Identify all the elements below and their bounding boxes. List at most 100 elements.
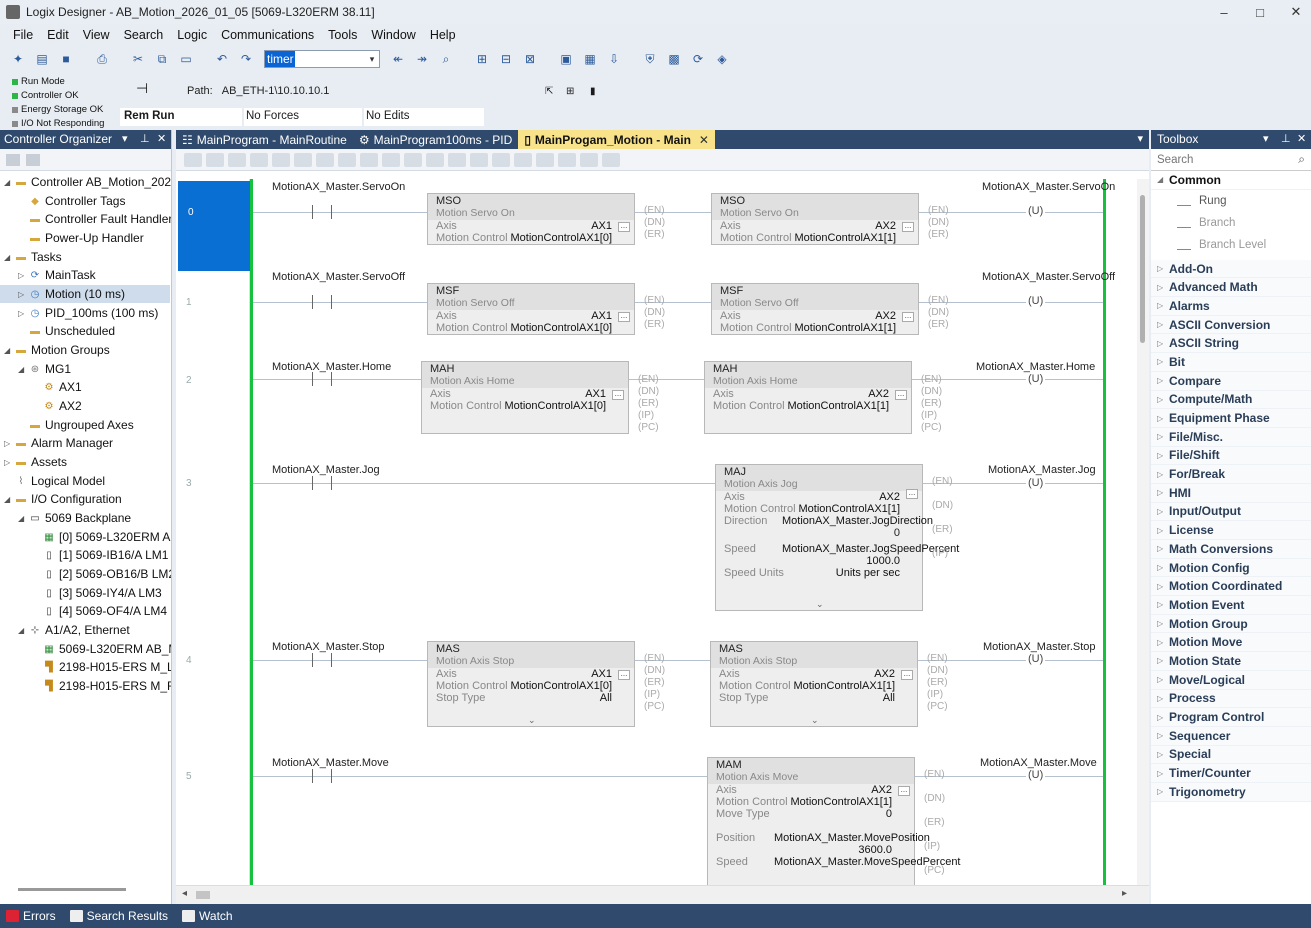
controller-mode-box[interactable]: Rem Run <box>120 108 242 126</box>
print-icon[interactable]: ⎙ <box>92 49 112 69</box>
save-icon[interactable]: ■ <box>56 49 76 69</box>
category-expander-icon[interactable]: ▷ <box>1157 656 1169 665</box>
toolbox-category-ascii-string[interactable]: ▷ ASCII String <box>1151 334 1311 354</box>
operand-value[interactable]: MotionControlAX1[0] <box>511 322 613 334</box>
xic-contact[interactable] <box>312 205 332 219</box>
verify-icon[interactable] <box>426 152 444 167</box>
category-expander-icon[interactable]: ▷ <box>1157 320 1169 329</box>
toolbox-category-compute-math[interactable]: ▷ Compute/Math <box>1151 390 1311 410</box>
tree-expander-icon[interactable]: ◢ <box>4 178 14 187</box>
tree-expander-icon[interactable]: ▷ <box>18 309 28 318</box>
mah-instruction-box[interactable]: MAH Motion Axis Home Axis AX2 Motion Contr… <box>704 361 912 434</box>
close-button[interactable]: ✕ <box>1276 0 1311 24</box>
controller-mode-icon[interactable]: ⊣ <box>136 80 148 97</box>
tree-expander-icon[interactable]: ◢ <box>4 253 14 262</box>
ote-icon[interactable] <box>294 152 312 167</box>
browse-operand-icon[interactable]: ... <box>902 222 914 232</box>
verify-routine-icon[interactable]: ⊟ <box>496 49 516 69</box>
tab-main-routine[interactable]: ☷ MainProgram - MainRoutine <box>176 130 353 149</box>
organizer-hscroll[interactable] <box>18 888 126 891</box>
tab-pid[interactable]: ⚙ MainProgram100ms - PID <box>353 130 518 149</box>
toolbox-tool-branch-level[interactable]: Branch Level <box>1151 234 1311 256</box>
tree-expander-icon[interactable]: ▷ <box>18 271 28 280</box>
redo-icon[interactable]: ↷ <box>236 49 256 69</box>
find-in-routines-icon[interactable]: ⌕ <box>436 49 456 69</box>
collapse-icon[interactable]: ⌄ <box>811 715 819 726</box>
mas-instruction-box[interactable]: MAS Motion Axis Stop Axis AX2 Motion Contr… <box>710 641 918 727</box>
tree-node-assets[interactable]: ▷ ▬ Assets <box>4 453 67 471</box>
menu-tools[interactable]: Tools <box>321 28 364 42</box>
toolbox-category-motion-move[interactable]: ▷ Motion Move <box>1151 633 1311 653</box>
toolbox-category-hmi[interactable]: ▷ HMI <box>1151 483 1311 503</box>
toolbox-category-equipment-phase[interactable]: ▷ Equipment Phase <box>1151 409 1311 428</box>
tree-node-mg1[interactable]: ◢ ⊛ MG1 <box>18 360 71 378</box>
pin-icon[interactable]: ⊥ <box>140 132 150 145</box>
tree-node-eth-controller[interactable]: ▦ 5069-L320ERM AB_M <box>32 640 171 658</box>
xic-contact[interactable] <box>312 372 332 386</box>
tree-expander-icon[interactable]: ▷ <box>4 439 14 448</box>
operand-value[interactable]: AX1 <box>585 388 606 400</box>
operand-value[interactable]: MotionControlAX1[1] <box>788 400 890 412</box>
toolbox-search[interactable]: ⌕ <box>1151 149 1311 171</box>
zoom-out-icon[interactable] <box>492 152 510 167</box>
toolbox-category-timer-counter[interactable]: ▷ Timer/Counter <box>1151 764 1311 783</box>
category-expander-icon[interactable]: ▷ <box>1157 582 1169 591</box>
toolbox-category-for-break[interactable]: ▷ For/Break <box>1151 465 1311 484</box>
category-expander-icon[interactable]: ▷ <box>1157 787 1169 796</box>
category-expander-icon[interactable]: ▷ <box>1157 675 1169 684</box>
tree-expander-icon[interactable]: ▷ <box>4 458 14 467</box>
toolbox-category-file-shift[interactable]: ▷ File/Shift <box>1151 446 1311 466</box>
menu-search[interactable]: Search <box>117 28 171 42</box>
tree-node-ax1[interactable]: ⚙ AX1 <box>32 378 82 396</box>
toolbox-category-motion-state[interactable]: ▷ Motion State <box>1151 652 1311 671</box>
category-expander-icon[interactable]: ▷ <box>1157 694 1169 703</box>
category-expander-icon[interactable]: ▷ <box>1157 563 1169 572</box>
tree-node-module-1[interactable]: ▯ [1] 5069-IB16/A LM1 <box>32 546 168 564</box>
chevron-down-icon[interactable]: ▾ <box>1137 132 1143 145</box>
network-icon[interactable]: ⊞ <box>566 86 574 97</box>
operand-value[interactable]: AX1 <box>591 310 612 322</box>
tree-node-powerup-handler[interactable]: ▬ Power-Up Handler <box>18 229 144 247</box>
online-edit-icon[interactable]: ▩ <box>664 49 684 69</box>
category-expander-icon[interactable]: ▷ <box>1157 301 1169 310</box>
category-expander-icon[interactable]: ▷ <box>1157 731 1169 740</box>
xic-icon[interactable] <box>250 152 268 167</box>
ote-coil[interactable]: (U) <box>1026 295 1046 307</box>
path-select-icon[interactable]: ⇱ <box>545 86 553 97</box>
category-expander-icon[interactable]: ▷ <box>1157 544 1169 553</box>
tab-motion-main[interactable]: ▯ MainProgam_Motion - Main ✕ <box>518 130 715 149</box>
tree-node-unscheduled[interactable]: ▬ Unscheduled <box>18 322 115 340</box>
tree-node-module-2[interactable]: ▯ [2] 5069-OB16/B LM2 <box>32 565 171 583</box>
category-expander-icon[interactable]: ▷ <box>1157 432 1169 441</box>
find-next-icon[interactable]: ↠ <box>412 49 432 69</box>
toolbox-category-file-misc[interactable]: ▷ File/Misc. <box>1151 427 1311 447</box>
operand-value[interactable]: MotionControlAX1[1] <box>799 503 901 515</box>
tree-expander-icon[interactable]: ◢ <box>18 514 28 523</box>
scroll-thumb[interactable] <box>1140 195 1145 343</box>
ote-coil[interactable]: (U) <box>1026 205 1046 217</box>
lock-icon[interactable]: ◈ <box>712 49 732 69</box>
ote-coil[interactable]: (U) <box>1026 653 1046 665</box>
chevron-down-icon[interactable]: ▾ <box>122 132 128 145</box>
category-expander-icon[interactable]: ▷ <box>1157 638 1169 647</box>
operand-value[interactable]: MotionControlAX1[1] <box>794 680 896 692</box>
xic-contact[interactable] <box>312 769 332 783</box>
code-icon[interactable] <box>602 152 620 167</box>
undo-icon[interactable]: ↶ <box>212 49 232 69</box>
tree-node-maintask[interactable]: ▷ ⟳ MainTask <box>18 266 96 284</box>
category-expander-icon[interactable]: ◢ <box>1157 175 1169 184</box>
menu-edit[interactable]: Edit <box>40 28 76 42</box>
ote-coil[interactable]: (U) <box>1026 373 1046 385</box>
category-expander-icon[interactable]: ▷ <box>1157 451 1169 460</box>
operand-value[interactable]: MotionAX_Master.MoveSpeedPercent <box>774 856 961 868</box>
toolbox-category-process[interactable]: ▷ Process <box>1151 689 1311 709</box>
tree-node-controller-tags[interactable]: ◆ Controller Tags <box>18 192 125 210</box>
collapse-icon[interactable]: ⌄ <box>816 599 824 610</box>
mso-instruction-box[interactable]: MSO Motion Servo On Axis AX1 Motion Contro… <box>427 193 635 245</box>
msf-instruction-box[interactable]: MSF Motion Servo Off Axis AX1 Motion Contr… <box>427 283 635 335</box>
toolbox-icon[interactable]: ⊠ <box>520 49 540 69</box>
operand-value[interactable]: All <box>600 692 612 704</box>
toolbox-category-motion-event[interactable]: ▷ Motion Event <box>1151 596 1311 615</box>
edits-box[interactable]: No Edits <box>364 108 484 126</box>
toolbox-category-motion-coordinated[interactable]: ▷ Motion Coordinated <box>1151 577 1311 597</box>
